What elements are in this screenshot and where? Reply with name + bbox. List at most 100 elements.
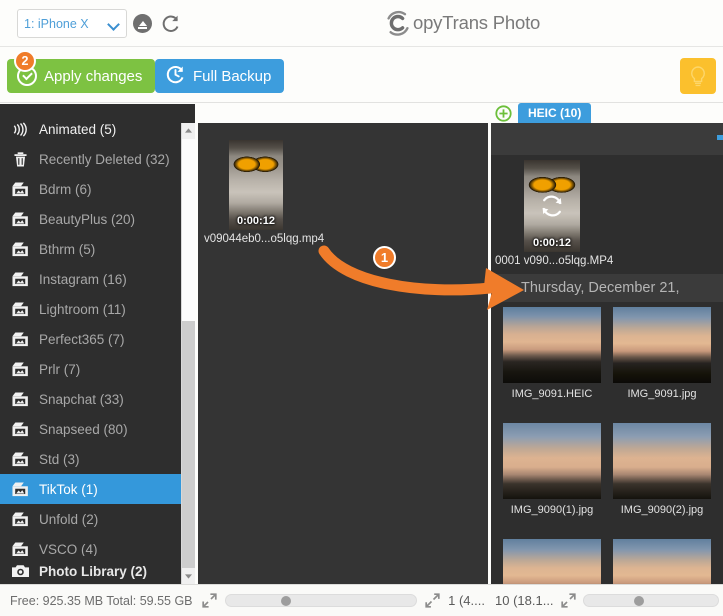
center-panel-header [195,104,491,123]
full-backup-label: Full Backup [193,67,272,85]
sidebar-item-tiktok-1[interactable]: TikTok (1) [0,474,181,504]
center-zoom-knob[interactable] [281,596,291,606]
center-panel[interactable]: 0:00:12 v09044eb0...o5lqg.mp4 [198,123,488,584]
photo-caption: IMG_9090(2).jpg [620,504,704,516]
zoom-in-icon[interactable] [424,592,441,609]
tab-heic[interactable]: HEIC (10) [518,103,592,123]
device-select[interactable]: 1: iPhone X [17,9,127,38]
photo-cell[interactable]: IMG_9091.HEIC [503,307,601,400]
sidebar-item-label: Photo Library (2) [39,563,148,579]
sunset-photo [503,423,601,499]
scroll-up-icon[interactable] [182,123,195,138]
album-icon [11,271,30,288]
sidebar-item-prlr-7[interactable]: Prlr (7) [0,354,181,384]
lightbulb-icon[interactable] [680,58,716,94]
sidebar-item-label: Prlr (7) [39,361,81,377]
sidebar-item-perfect365-7[interactable]: Perfect365 (7) [0,324,181,354]
sidebar-scroll-track[interactable] [182,321,195,568]
sidebar-item-beautyplus-20[interactable]: BeautyPlus (20) [0,204,181,234]
sidebar-item-label: Bthrm (5) [39,241,96,257]
photo-grid[interactable]: IMG_9091.HEIC IMG_9091.jpg IMG_9090(1).jpg… [491,303,723,584]
app-logo: opyTrans Photo [384,9,540,37]
camera-icon [11,563,30,580]
photo-cell[interactable]: IMG_9090(1).jpg [503,423,601,516]
album-icon [11,331,30,348]
device-select-label: 1: iPhone X [24,16,89,31]
right-zoom-slider[interactable] [582,594,719,607]
center-count-label: 1 (4.... [448,593,485,608]
scroll-down-icon[interactable] [182,569,195,584]
sidebar-item-label: Animated (5) [39,121,117,137]
sidebar-item-label: Snapchat (33) [39,391,124,407]
sunset-photo [613,423,711,499]
trash-icon [11,151,30,168]
sidebar-item-label: Lightroom (11) [39,301,126,317]
sidebar-item-unfold-2[interactable]: Unfold (2) [0,504,181,534]
right-panel-footer: 10 (18.1... [491,584,723,616]
video-duration: 0:00:12 [237,215,275,227]
video-filename: v09044eb0...o5lqg.mp4 [204,233,325,245]
annotation-badge-2: 2 [14,50,36,72]
photo-thumbnail [613,307,711,383]
eject-bar [138,27,147,29]
right-panel-header: HEIC (10) [491,103,723,123]
sidebar-album-list[interactable]: Animated (5) Recently Deleted (32) Bdrm (6… [0,114,181,584]
sidebar-item-label: Bdrm (6) [39,181,92,197]
date-group-header: Thursday, December 21, [491,274,723,302]
full-backup-button[interactable]: Full Backup [155,59,285,93]
sunset-photo [613,307,711,383]
refresh-icon[interactable] [160,13,181,34]
sidebar-item-lightroom-11[interactable]: Lightroom (11) [0,294,181,324]
sidebar-item-bdrm-6[interactable]: Bdrm (6) [0,174,181,204]
photo-cell[interactable]: IMG_9090(2).jpg [613,423,711,516]
sunset-photo [503,307,601,383]
sidebar-item-animated-5[interactable]: Animated (5) [0,114,181,144]
sidebar-item-label: Perfect365 (7) [39,331,125,347]
album-icon [11,511,30,528]
right-panel[interactable]: 0:00:12 0001 v090...o5lqg.MP4 Thursday, … [491,123,723,584]
zoom-out-icon[interactable] [201,592,218,609]
album-icon [11,361,30,378]
center-zoom-slider[interactable] [225,594,418,607]
center-panel-footer: 1 (4.... [195,584,491,616]
sidebar-item-snapseed-80[interactable]: Snapseed (80) [0,414,181,444]
photo-thumbnail [503,423,601,499]
sidebar-item-photo-library[interactable]: Photo Library (2) [0,556,181,586]
center-video-tile[interactable]: 0:00:12 v09044eb0...o5lqg.mp4 [204,140,324,245]
eject-icon[interactable] [133,14,152,33]
chevron-down-icon [108,18,120,30]
album-icon [11,421,30,438]
right-count-label: 10 (18.1... [495,593,554,608]
sidebar-scroll-thumb[interactable] [182,139,195,321]
sidebar-item-recently-deleted-32[interactable]: Recently Deleted (32) [0,144,181,174]
video-thumbnail: 0:00:12 [524,160,580,252]
zoom-out-icon[interactable] [560,592,577,609]
album-icon [11,181,30,198]
sync-icon [539,193,565,219]
photo-caption: IMG_9091.HEIC [511,388,593,400]
copytrans-c-logo [384,9,412,37]
right-video-tile[interactable]: 0:00:12 0001 v090...o5lqg.MP4 [495,160,613,267]
sidebar-item-snapchat-33[interactable]: Snapchat (33) [0,384,181,414]
right-panel-toolbar [491,123,723,155]
sidebar-pinned-area: Photo Library (2) [0,556,181,586]
app-window: 1: iPhone X opyTrans Photo Apply changes… [0,0,723,616]
sidebar-item-bthrm-5[interactable]: Bthrm (5) [0,234,181,264]
right-zoom-knob[interactable] [633,596,644,606]
photo-thumbnail [503,307,601,383]
toolbar-accent-marker [717,135,723,140]
photo-cell[interactable]: IMG_9091.jpg [613,307,711,400]
album-icon [11,451,30,468]
photo-cell[interactable] [503,539,601,584]
annotation-badge-1: 1 [373,246,396,269]
free-space-label: Free: 925.35 MB Total: 59.55 GB [10,593,193,608]
sidebar-item-std-3[interactable]: Std (3) [0,444,181,474]
sidebar-scrollbar[interactable] [181,123,195,584]
sidebar-item-label: Unfold (2) [39,511,99,527]
sidebar-item-instagram-16[interactable]: Instagram (16) [0,264,181,294]
sidebar-item-label: BeautyPlus (20) [39,211,136,227]
plus-circle-icon[interactable] [495,105,512,122]
photo-cell[interactable] [613,539,711,584]
photo-caption: IMG_9091.jpg [627,388,697,400]
date-group-label: Thursday, December 21, [521,280,680,296]
